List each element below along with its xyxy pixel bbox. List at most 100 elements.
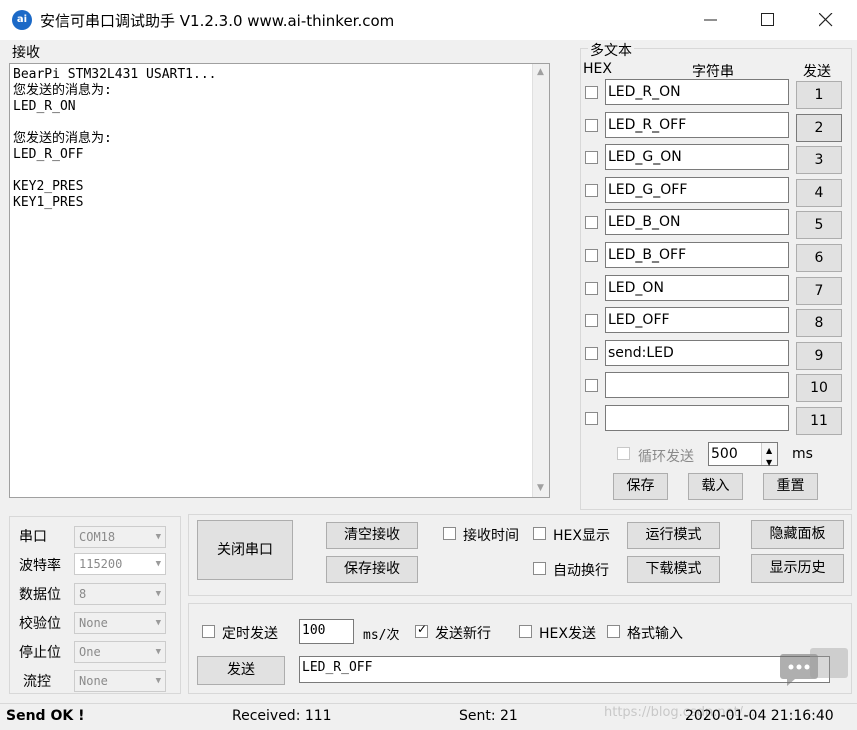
scroll-down-icon[interactable]: ▼ — [537, 484, 546, 493]
received-count: Received: 111 — [232, 708, 332, 724]
run-mode-button[interactable]: 运行模式 — [627, 522, 720, 549]
stopbits-value: One — [79, 645, 101, 659]
multi-text-input-8[interactable]: LED_OFF — [605, 307, 789, 333]
chevron-down-icon: ▼ — [155, 589, 161, 599]
minimize-icon — [704, 19, 717, 21]
auto-wrap-checkbox[interactable] — [533, 562, 546, 575]
multi-text-input-11[interactable] — [605, 405, 789, 431]
multi-text-input-9[interactable]: send:LED — [605, 340, 789, 366]
multi-text-input-5[interactable]: LED_B_ON — [605, 209, 789, 235]
port-value: COM18 — [79, 530, 116, 544]
auto-wrap-label: 自动换行 — [553, 563, 609, 579]
multi-text-input-6[interactable]: LED_B_OFF — [605, 242, 789, 268]
receive-text: BearPi STM32L431 USART1... 您发送的消息为: LED_… — [13, 67, 217, 210]
receive-label: 接收 — [12, 45, 40, 61]
receive-time-checkbox[interactable] — [443, 527, 456, 540]
window-title: 安信可串口调试助手 V1.2.3.0 www.ai-thinker.com — [40, 12, 395, 30]
multi-send-button-1[interactable]: 1 — [796, 81, 842, 109]
hex-send-checkbox[interactable] — [519, 625, 532, 638]
timed-unit-label: ms/次 — [363, 628, 400, 643]
hex-checkbox-7[interactable] — [585, 282, 598, 295]
hex-checkbox-9[interactable] — [585, 347, 598, 360]
status-message: Send OK ! — [6, 708, 85, 724]
show-history-button[interactable]: 显示历史 — [751, 554, 844, 583]
flow-select[interactable]: None ▼ — [74, 670, 166, 692]
multi-send-button-3[interactable]: 3 — [796, 146, 842, 174]
multi-send-button-10[interactable]: 10 — [796, 374, 842, 402]
multi-send-button-6[interactable]: 6 — [796, 244, 842, 272]
close-icon — [819, 13, 833, 27]
timed-send-checkbox[interactable] — [202, 625, 215, 638]
databits-select[interactable]: 8 ▼ — [74, 583, 166, 605]
multi-send-button-7[interactable]: 7 — [796, 277, 842, 305]
parity-select[interactable]: None ▼ — [74, 612, 166, 634]
datetime-display: 2020-01-04 21:16:40 — [685, 708, 834, 724]
multi-send-button-5[interactable]: 5 — [796, 211, 842, 239]
parity-value: None — [79, 616, 108, 630]
clear-receive-button[interactable]: 清空接收 — [326, 522, 418, 549]
reset-multi-button[interactable]: 重置 — [763, 473, 818, 500]
port-label: 串口 — [19, 529, 47, 545]
hex-checkbox-4[interactable] — [585, 184, 598, 197]
hex-column-header: HEX — [583, 61, 612, 77]
multi-send-button-2[interactable]: 2 — [796, 114, 842, 142]
load-multi-button[interactable]: 载入 — [688, 473, 743, 500]
multi-text-input-2[interactable]: LED_R_OFF — [605, 112, 789, 138]
loop-send-label: 循环发送 — [638, 449, 694, 465]
format-input-checkbox[interactable] — [607, 625, 620, 638]
loop-interval-spinner[interactable]: ▲ ▼ — [761, 443, 777, 467]
multi-send-button-9[interactable]: 9 — [796, 342, 842, 370]
multi-text-title: 多文本 — [588, 40, 634, 60]
stopbits-select[interactable]: One ▼ — [74, 641, 166, 663]
hex-checkbox-10[interactable] — [585, 379, 598, 392]
multi-text-input-7[interactable]: LED_ON — [605, 275, 789, 301]
multi-send-button-11[interactable]: 11 — [796, 407, 842, 435]
multi-text-input-10[interactable] — [605, 372, 789, 398]
send-column-header: 发送 — [803, 64, 831, 80]
hex-checkbox-1[interactable] — [585, 86, 598, 99]
save-receive-button[interactable]: 保存接收 — [326, 556, 418, 583]
string-column-header: 字符串 — [692, 64, 734, 80]
receive-time-label: 接收时间 — [463, 528, 519, 544]
hex-checkbox-8[interactable] — [585, 314, 598, 327]
hex-checkbox-5[interactable] — [585, 216, 598, 229]
receive-textarea[interactable]: BearPi STM32L431 USART1... 您发送的消息为: LED_… — [9, 63, 550, 498]
multi-text-input-1[interactable]: LED_R_ON — [605, 79, 789, 105]
hex-checkbox-11[interactable] — [585, 412, 598, 425]
close-button[interactable] — [796, 0, 856, 40]
baud-select[interactable]: 115200 ▼ — [74, 553, 166, 575]
hex-checkbox-2[interactable] — [585, 119, 598, 132]
flow-label: 流控 — [23, 674, 51, 690]
hex-display-label: HEX显示 — [553, 528, 610, 544]
baud-value: 115200 — [79, 557, 123, 571]
loop-interval-input[interactable]: 500 ▲ ▼ — [708, 442, 778, 467]
flow-value: None — [79, 674, 108, 688]
port-select[interactable]: COM18 ▼ — [74, 526, 166, 548]
send-newline-checkbox[interactable] — [415, 622, 428, 638]
download-mode-button[interactable]: 下载模式 — [627, 556, 720, 583]
maximize-button[interactable] — [738, 0, 798, 40]
multi-send-button-8[interactable]: 8 — [796, 309, 842, 337]
spinner-down-icon[interactable]: ▼ — [766, 452, 772, 474]
loop-send-checkbox[interactable] — [617, 447, 630, 460]
receive-scrollbar[interactable]: ▲ ▼ — [532, 64, 549, 497]
hex-display-checkbox[interactable] — [533, 527, 546, 540]
hex-checkbox-3[interactable] — [585, 151, 598, 164]
scroll-up-icon[interactable]: ▲ — [537, 68, 546, 77]
hex-checkbox-6[interactable] — [585, 249, 598, 262]
multi-text-input-3[interactable]: LED_G_ON — [605, 144, 789, 170]
hex-send-label: HEX发送 — [539, 626, 596, 642]
multi-text-input-4[interactable]: LED_G_OFF — [605, 177, 789, 203]
stopbits-label: 停止位 — [19, 645, 61, 661]
close-port-button[interactable]: 关闭串口 — [197, 520, 293, 580]
minimize-button[interactable] — [681, 0, 741, 40]
chevron-down-icon: ▼ — [155, 532, 161, 542]
save-multi-button[interactable]: 保存 — [613, 473, 668, 500]
send-text-input[interactable]: LED_R_OFF — [299, 656, 830, 683]
send-button[interactable]: 发送 — [197, 656, 285, 685]
hide-panel-button[interactable]: 隐藏面板 — [751, 520, 844, 549]
chevron-down-icon: ▼ — [155, 647, 161, 657]
multi-send-button-4[interactable]: 4 — [796, 179, 842, 207]
timed-interval-input[interactable]: 100 — [299, 619, 354, 644]
timed-send-label: 定时发送 — [222, 626, 278, 642]
